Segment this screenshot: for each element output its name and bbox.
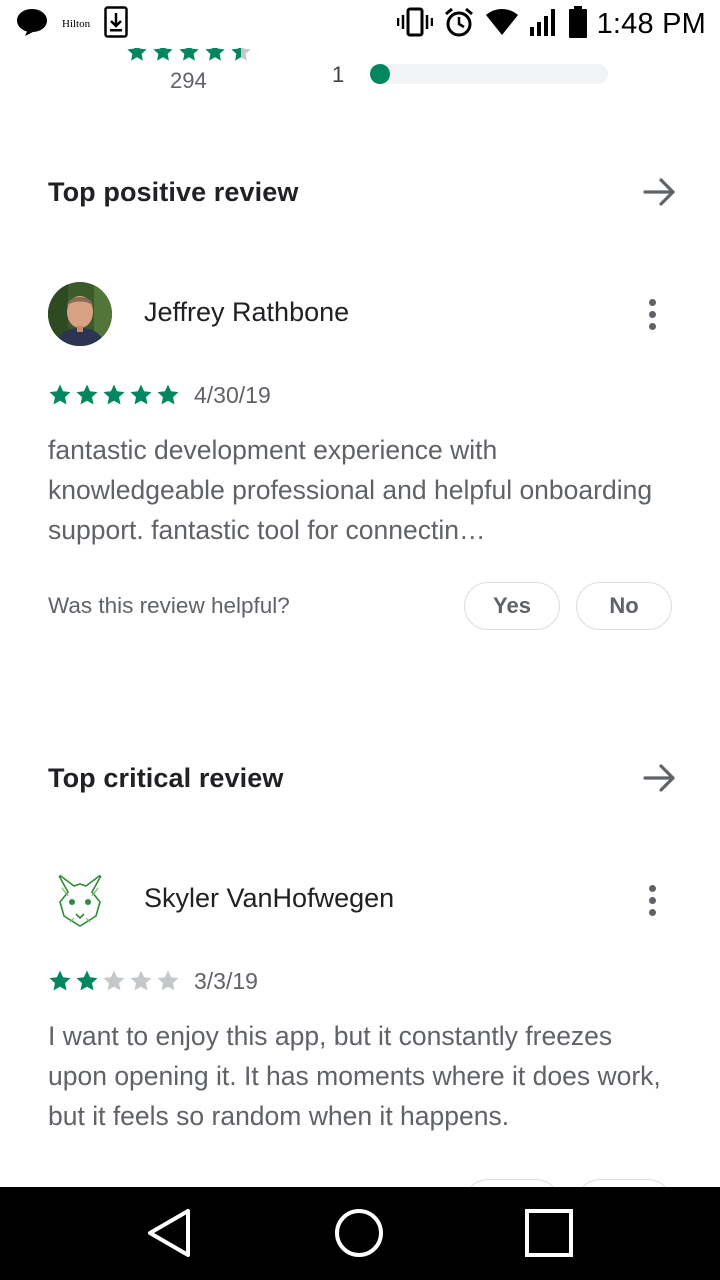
download-icon [104, 5, 128, 43]
author-name: Jeffrey Rathbone [144, 297, 350, 327]
star-icon [178, 48, 200, 63]
status-time: 1:48 PM [596, 7, 706, 40]
signal-icon [529, 7, 559, 42]
avatar [48, 282, 112, 346]
chat-bubble-icon [16, 7, 48, 42]
back-icon[interactable] [140, 1203, 200, 1263]
helpful-no-button[interactable]: No [576, 582, 672, 630]
helpful-yes-button-partial[interactable] [464, 1179, 560, 1187]
star-rating [48, 383, 180, 407]
review-date: 4/30/19 [194, 381, 271, 408]
star-icon [129, 969, 153, 993]
arrow-forward-icon[interactable] [640, 172, 680, 212]
reviews-content[interactable]: 294 1 Top positive review Jeffrey Rathbo… [0, 48, 720, 1187]
review-author-row: Jeffrey Rathbone [48, 282, 672, 346]
review-rating-row: 4/30/19 [48, 380, 271, 410]
histogram-row-label: 1 [332, 62, 345, 87]
battery-icon [568, 5, 587, 43]
star-icon [230, 48, 252, 63]
review-author-row: Skyler VanHofwegen [48, 868, 672, 932]
histogram-bar-fill [370, 64, 390, 84]
recents-icon[interactable] [519, 1203, 579, 1263]
helpful-no-button-partial[interactable] [576, 1179, 672, 1187]
star-icon [75, 969, 99, 993]
helpful-buttons-partial [464, 1179, 672, 1187]
vibrate-icon [396, 7, 433, 42]
star-icon [48, 383, 72, 407]
star-icon [102, 969, 126, 993]
star-icon [152, 48, 174, 63]
star-rating [48, 969, 180, 993]
star-icon [156, 383, 180, 407]
alarm-icon [443, 6, 475, 43]
star-icon [48, 969, 72, 993]
navigation-bar [0, 1187, 720, 1280]
star-icon [204, 48, 226, 63]
status-bar-notifications: Hilton [16, 5, 128, 43]
author-name: Skyler VanHofwegen [144, 883, 395, 913]
helpful-question: Was this review helpful? [48, 593, 290, 618]
top-positive-header[interactable]: Top positive review [48, 172, 675, 212]
arrow-forward-icon[interactable] [640, 758, 680, 798]
star-icon [75, 383, 99, 407]
rating-summary: 294 1 [0, 48, 720, 108]
section-title: Top positive review [48, 176, 299, 207]
helpful-row: Was this review helpful? Yes No [48, 582, 672, 630]
histogram-bar [370, 64, 608, 84]
home-icon[interactable] [329, 1203, 389, 1263]
review-rating-row: 3/3/19 [48, 966, 258, 996]
star-icon [156, 969, 180, 993]
status-bar-system: 1:48 PM [396, 5, 706, 43]
review-text[interactable]: fantastic development experience with kn… [48, 430, 672, 550]
star-icon [129, 383, 153, 407]
more-vert-icon[interactable] [640, 294, 664, 334]
review-count: 294 [170, 68, 207, 93]
average-rating-stars [126, 48, 252, 63]
wifi-icon [485, 8, 519, 41]
top-critical-header[interactable]: Top critical review [48, 758, 675, 798]
helpful-yes-button[interactable]: Yes [464, 582, 560, 630]
star-icon [102, 383, 126, 407]
star-icon [126, 48, 148, 63]
review-date: 3/3/19 [194, 967, 258, 994]
review-text[interactable]: I want to enjoy this app, but it constan… [48, 1016, 672, 1136]
section-title: Top critical review [48, 762, 284, 793]
notification-app-label: Hilton [62, 18, 91, 30]
status-bar: Hilton 1:48 PM [0, 0, 720, 48]
more-vert-icon[interactable] [640, 880, 664, 920]
avatar [48, 868, 112, 932]
